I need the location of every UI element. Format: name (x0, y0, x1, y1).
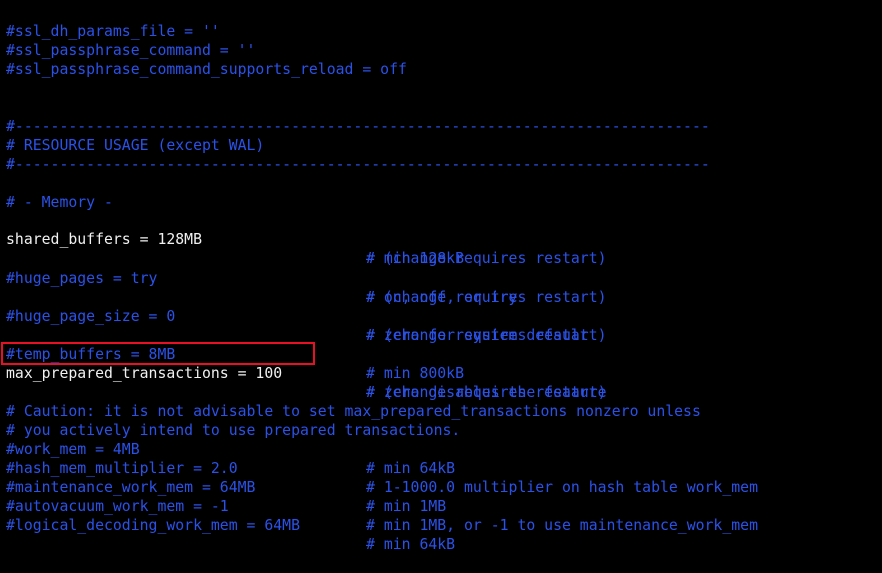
config-comment: # 1-1000.0 multiplier on hash table work… (366, 479, 758, 496)
subsection-heading: # - Memory - (6, 174, 113, 211)
caution-comment: # Caution: it is not advisable to set ma… (6, 383, 701, 420)
section-heading-text: # RESOURCE USAGE (except WAL) (6, 137, 265, 154)
config-setting-max-prepared-transactions: max_prepared_transactions = 100 (6, 365, 283, 382)
config-line: #ssl_dh_params_file = '' (6, 3, 220, 40)
config-comment: # min 64kB (366, 536, 456, 553)
section-heading: # RESOURCE USAGE (except WAL) (6, 117, 264, 154)
config-line: #logical_decoding_work_mem = 64MB # min … (6, 497, 455, 553)
config-line: # (change requires restart) (6, 364, 607, 401)
config-setting: #ssl_passphrase_command = '' (6, 42, 256, 59)
config-line: shared_buffers = 128MB # min 128kB (6, 211, 464, 267)
config-line: #work_mem = 4MB # min 64kB (6, 421, 455, 477)
config-comment: # min 800kB (366, 365, 464, 382)
config-comment: # min 1MB (366, 498, 447, 515)
caution-text: # Caution: it is not advisable to set ma… (6, 403, 701, 420)
config-comment: # (change requires restart) (366, 327, 607, 344)
caution-comment: # you actively intend to use prepared tr… (6, 402, 460, 439)
config-line: #ssl_passphrase_command = '' (6, 22, 255, 59)
subsection-heading-text: # - Memory - (6, 194, 113, 211)
terminal-window[interactable]: #ssl_dh_params_file = '' #ssl_passphrase… (0, 0, 882, 553)
config-line: #huge_pages = try # on, off, or try (6, 250, 517, 306)
config-line: # (change requires restart) (6, 230, 607, 267)
config-setting: #maintenance_work_mem = 64MB (6, 479, 256, 496)
config-line: #autovacuum_work_mem = -1 # min 1MB, or … (6, 478, 758, 534)
config-line: #huge_page_size = 0 # zero for system de… (6, 288, 589, 344)
config-line: #ssl_passphrase_command_supports_reload … (6, 41, 407, 78)
config-comment: # (change requires restart) (366, 250, 607, 267)
config-setting: #logical_decoding_work_mem = 64MB (6, 517, 300, 534)
config-setting: #ssl_passphrase_command_supports_reload … (6, 61, 407, 78)
config-line: #maintenance_work_mem = 64MB # min 1MB (6, 459, 446, 515)
config-comment: # min 1MB, or -1 to use maintenance_work… (366, 517, 758, 534)
config-line: #hash_mem_multiplier = 2.0 # 1-1000.0 mu… (6, 440, 758, 496)
divider-text: #---------------------------------------… (6, 156, 710, 173)
config-line: # (change requires restart) (6, 269, 607, 306)
section-divider: #---------------------------------------… (6, 98, 710, 135)
config-comment: # (change requires restart) (366, 384, 607, 401)
section-divider: #---------------------------------------… (6, 136, 710, 173)
config-line: # (change requires restart) (6, 307, 607, 344)
config-comment: # min 64kB (366, 460, 456, 477)
highlight-box (1, 342, 315, 365)
caution-text: # you actively intend to use prepared tr… (6, 422, 461, 439)
config-comment: # (change requires restart) (366, 289, 607, 306)
divider-text: #---------------------------------------… (6, 118, 710, 135)
